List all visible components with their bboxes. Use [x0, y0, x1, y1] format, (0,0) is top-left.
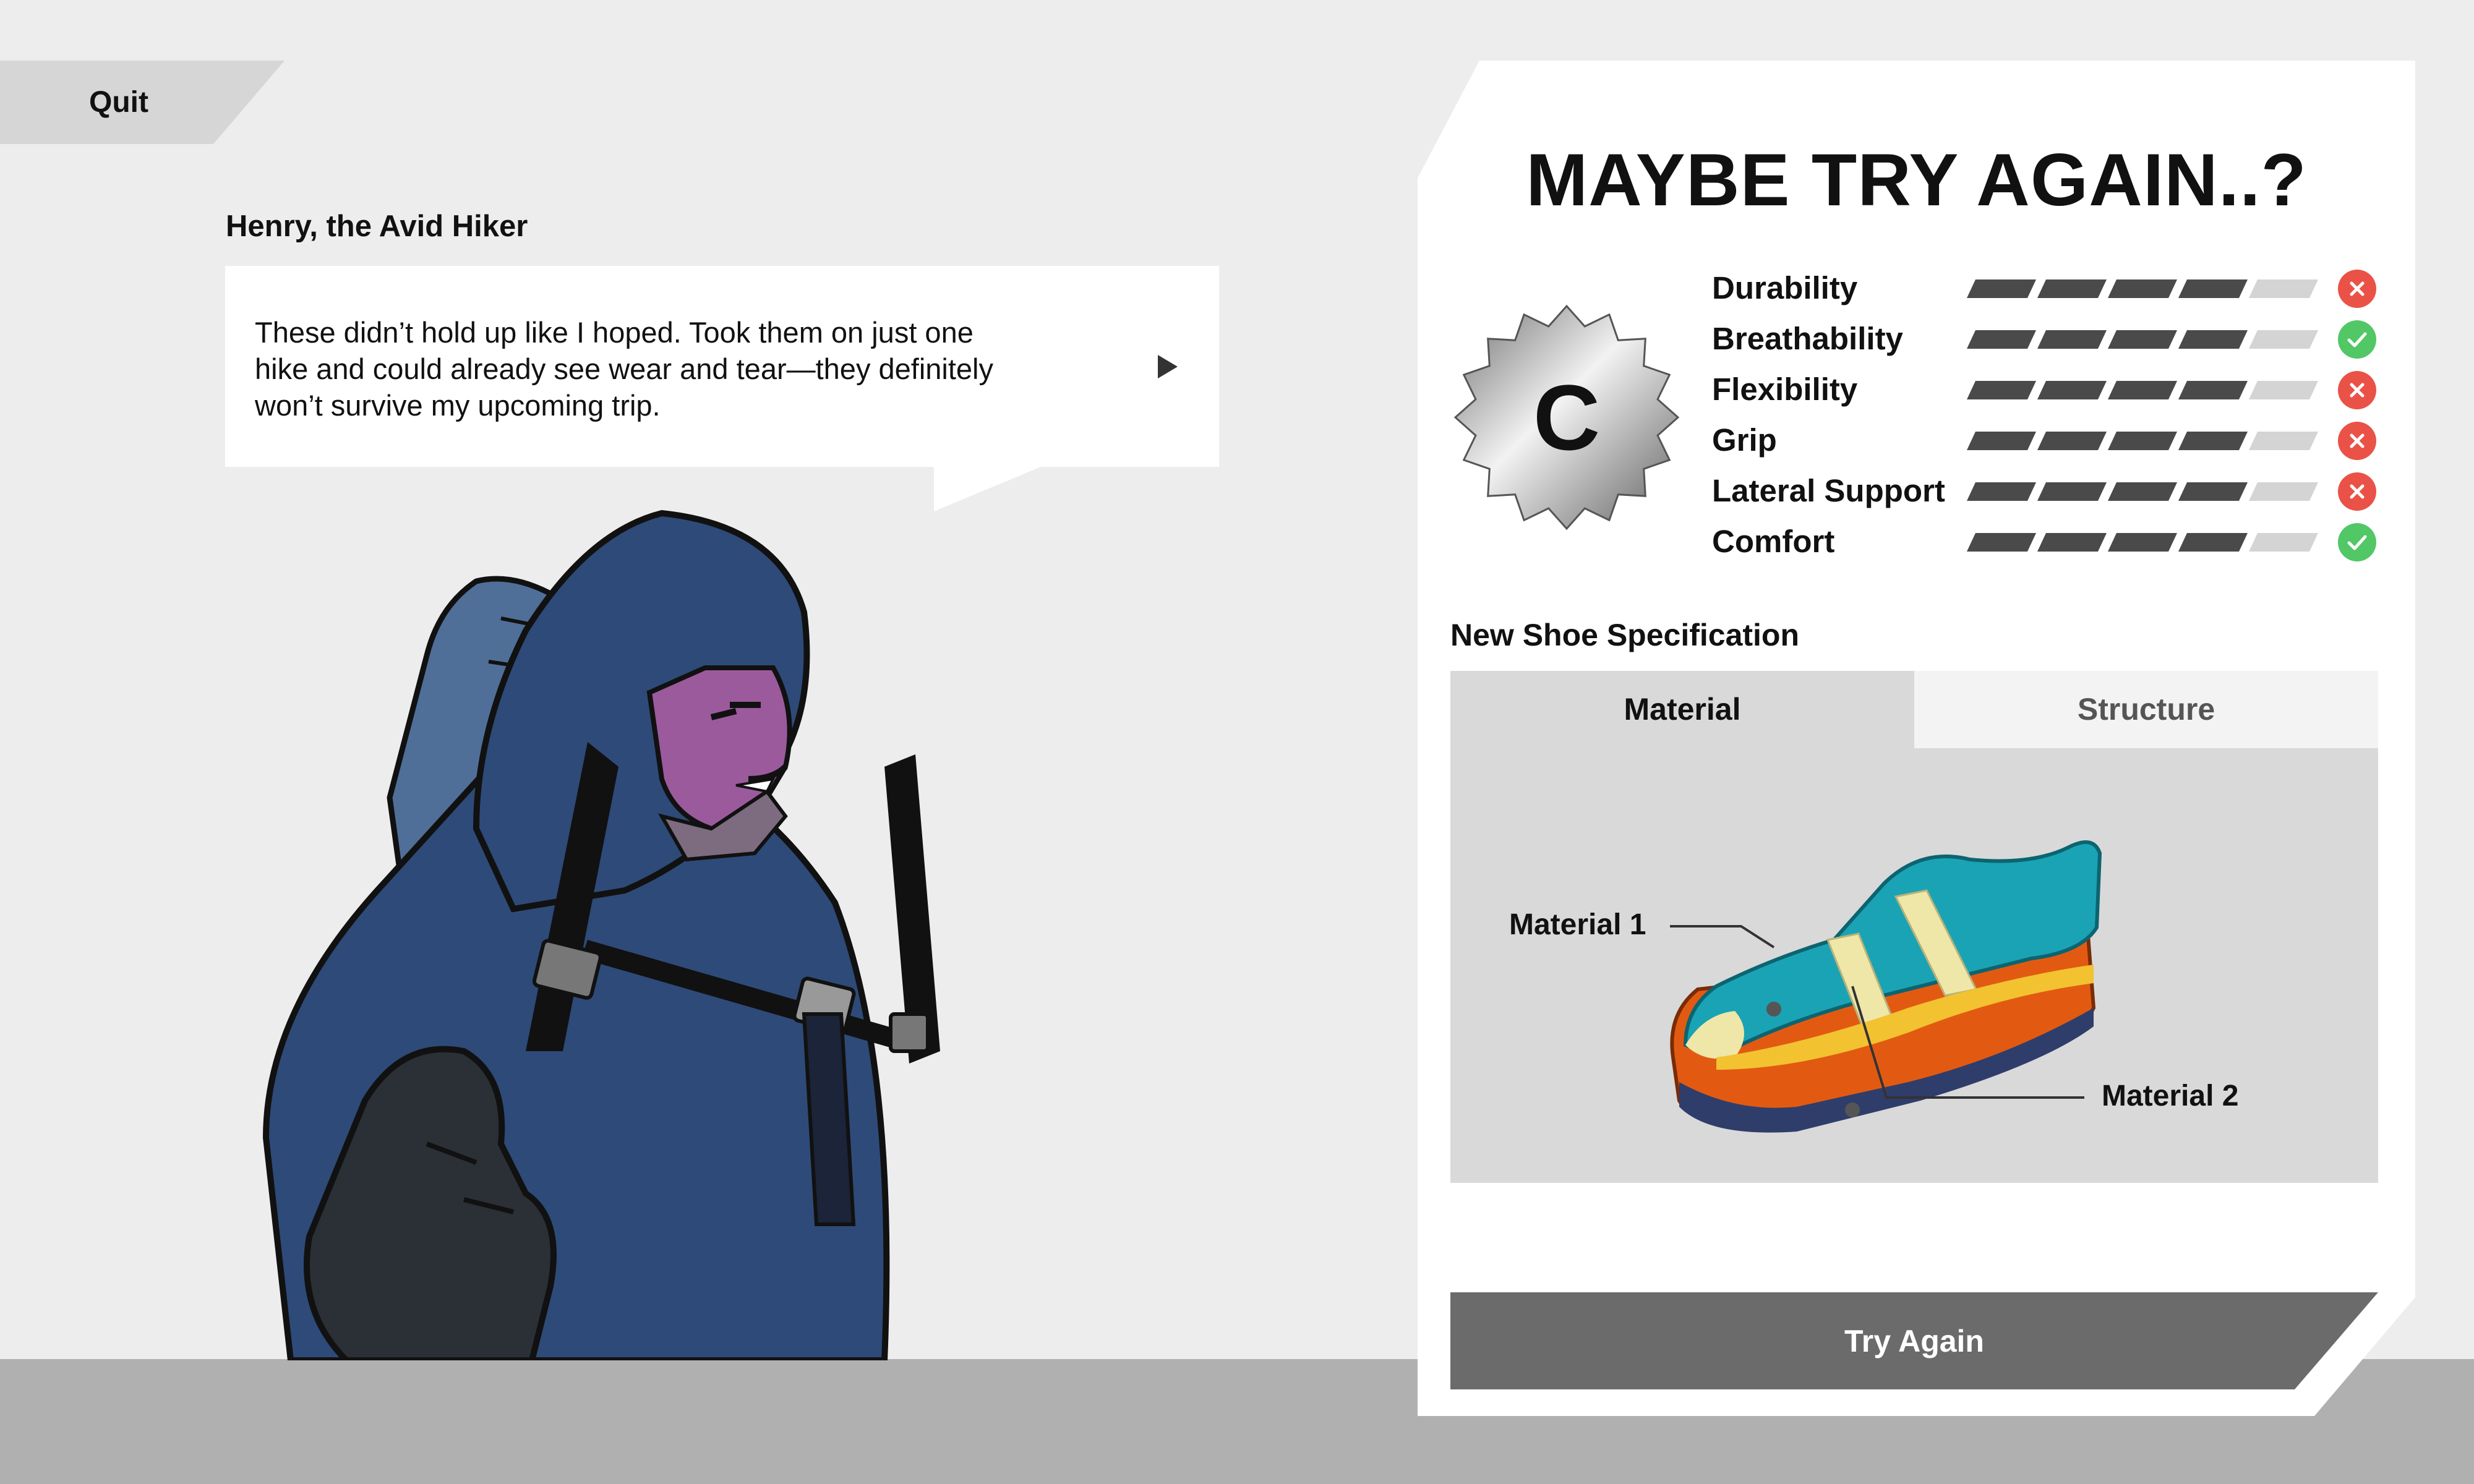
- stat-label: Comfort: [1712, 524, 1835, 559]
- speech-bubble: These didn’t hold up like I hoped. Took …: [225, 266, 1219, 467]
- stat-label: Durability: [1712, 270, 1858, 305]
- stat-label: Grip: [1712, 422, 1777, 458]
- shoe-model[interactable]: [1661, 810, 2106, 1144]
- dialogue-line: won’t survive my upcoming trip.: [255, 389, 661, 422]
- stat-bar: [1967, 432, 2318, 450]
- cross-icon: [2338, 472, 2376, 511]
- stat-bar: [1967, 279, 2318, 298]
- try-again-button[interactable]: Try Again: [1450, 1292, 2378, 1389]
- dialogue-text: These didn’t hold up like I hoped. Took …: [255, 314, 1108, 424]
- dialogue-line: These didn’t hold up like I hoped. Took …: [255, 316, 974, 349]
- stat-label: Flexibility: [1712, 372, 1858, 407]
- spec-title: New Shoe Specification: [1450, 618, 1800, 652]
- tab-structure[interactable]: Structure: [1914, 671, 2378, 748]
- speech-bubble-tail: [934, 465, 1045, 511]
- cross-icon: [2338, 422, 2376, 460]
- grade-letter: C: [1533, 365, 1600, 469]
- check-icon: [2338, 320, 2376, 359]
- dialogue-line: hike and could already see wear and tear…: [255, 352, 994, 385]
- result-title: MAYBE TRY AGAIN..?: [1526, 139, 2307, 221]
- material-1-label[interactable]: Material 1: [1509, 908, 1646, 942]
- quit-button[interactable]: Quit: [0, 61, 285, 144]
- stat-bar: [1967, 330, 2318, 349]
- tab-material[interactable]: Material: [1450, 671, 1914, 748]
- speaker-name: Henry, the Avid Hiker: [226, 210, 528, 243]
- grade-badge: C: [1453, 304, 1680, 531]
- check-icon: [2338, 523, 2376, 561]
- stat-bar: [1967, 381, 2318, 399]
- cross-icon: [2338, 371, 2376, 409]
- hiker-character-illustration: [262, 510, 940, 1360]
- stat-label: Lateral Support: [1712, 473, 1945, 508]
- stat-bar: [1967, 482, 2318, 501]
- stat-label: Breathability: [1712, 321, 1903, 356]
- shoe-viewer: Material 1 Material 2: [1450, 748, 2378, 1183]
- stat-bar: [1967, 533, 2318, 552]
- next-dialogue-icon[interactable]: [1155, 354, 1180, 380]
- quit-label: Quit: [89, 86, 148, 119]
- cross-icon: [2338, 270, 2376, 308]
- material-2-label[interactable]: Material 2: [2102, 1079, 2238, 1113]
